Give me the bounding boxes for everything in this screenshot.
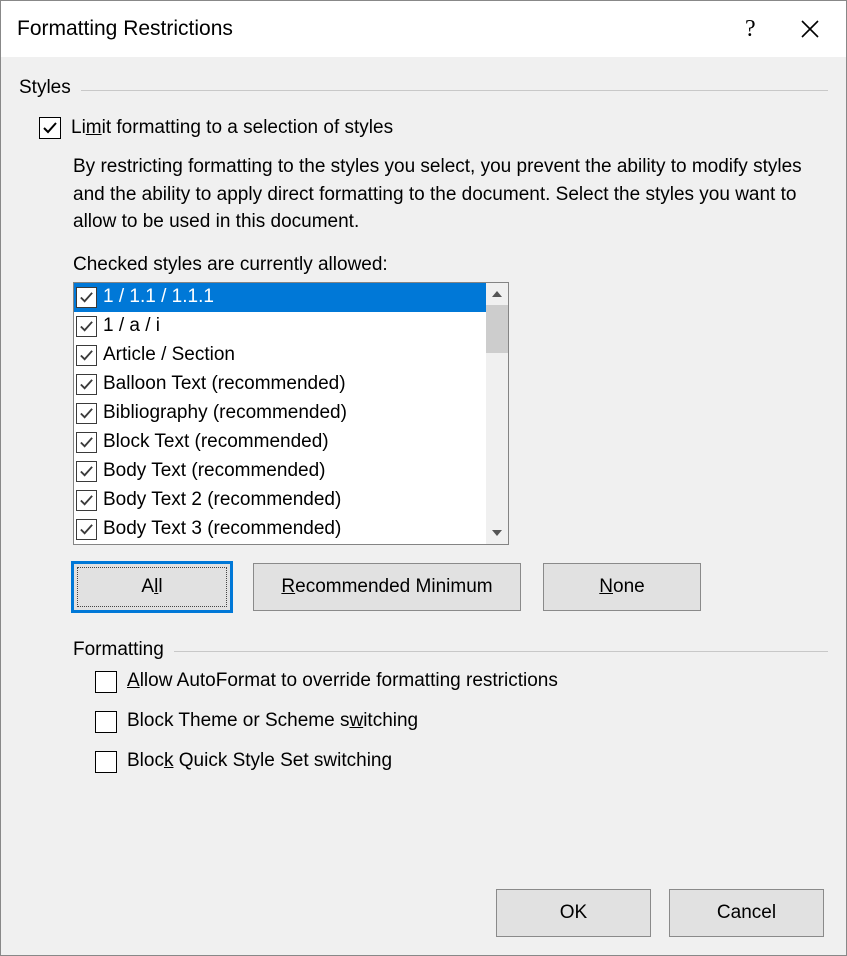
divider [81, 90, 828, 91]
scroll-thumb[interactable] [486, 305, 508, 353]
style-item[interactable]: Block Text (recommended) [74, 428, 486, 457]
style-item-label: Balloon Text (recommended) [103, 373, 346, 395]
style-select-buttons: All Recommended Minimum None [73, 563, 828, 611]
block-quickstyle-checkbox[interactable] [95, 751, 117, 773]
formatting-heading: Formatting [19, 639, 828, 661]
style-item-checkbox[interactable] [76, 490, 97, 511]
style-item[interactable]: Body Text 2 (recommended) [74, 486, 486, 515]
style-item-checkbox[interactable] [76, 316, 97, 337]
style-item-label: Article / Section [103, 344, 235, 366]
style-item-label: Block Text (recommended) [103, 431, 329, 453]
svg-text:?: ? [745, 17, 756, 41]
limit-formatting-checkbox[interactable] [39, 117, 61, 139]
styles-listbox[interactable]: 1 / 1.1 / 1.1.1 1 / a / i Article / Sectio… [73, 282, 509, 545]
style-item-label: Body Text 3 (recommended) [103, 518, 341, 540]
formatting-restrictions-dialog: Formatting Restrictions ? Styles Limit f… [0, 0, 847, 956]
style-item[interactable]: Balloon Text (recommended) [74, 370, 486, 399]
style-item-checkbox[interactable] [76, 461, 97, 482]
styles-description: By restricting formatting to the styles … [73, 153, 828, 236]
all-button[interactable]: All [73, 563, 231, 611]
cancel-button[interactable]: Cancel [669, 889, 824, 937]
ok-button[interactable]: OK [496, 889, 651, 937]
recommended-minimum-button[interactable]: Recommended Minimum [253, 563, 521, 611]
block-theme-checkbox[interactable] [95, 711, 117, 733]
help-button[interactable]: ? [720, 5, 780, 53]
block-theme-row[interactable]: Block Theme or Scheme switching [95, 711, 828, 733]
allowed-styles-label: Checked styles are currently allowed: [73, 254, 828, 276]
style-item-checkbox[interactable] [76, 287, 97, 308]
style-item-checkbox[interactable] [76, 403, 97, 424]
block-theme-label: Block Theme or Scheme switching [127, 711, 418, 732]
block-quickstyle-label: Block Quick Style Set switching [127, 751, 392, 772]
none-button[interactable]: None [543, 563, 701, 611]
titlebar: Formatting Restrictions ? [1, 1, 846, 57]
scroll-up-button[interactable] [486, 283, 508, 305]
style-item[interactable]: Body Text 3 (recommended) [74, 515, 486, 544]
styles-heading-label: Styles [19, 77, 81, 99]
scroll-down-button[interactable] [486, 522, 508, 544]
style-item-label: Body Text (recommended) [103, 460, 325, 482]
allow-autoformat-label: Allow AutoFormat to override formatting … [127, 671, 558, 692]
style-item-checkbox[interactable] [76, 345, 97, 366]
style-item-label: 1 / a / i [103, 315, 160, 337]
block-quickstyle-row[interactable]: Block Quick Style Set switching [95, 751, 828, 773]
style-item[interactable]: 1 / a / i [74, 312, 486, 341]
limit-formatting-checkbox-row[interactable]: Limit formatting to a selection of style… [39, 117, 828, 139]
style-item-label: 1 / 1.1 / 1.1.1 [103, 286, 214, 308]
dialog-footer: OK Cancel [19, 889, 828, 937]
allow-autoformat-row[interactable]: Allow AutoFormat to override formatting … [95, 671, 828, 693]
style-item[interactable]: 1 / 1.1 / 1.1.1 [74, 283, 486, 312]
scroll-track[interactable] [486, 305, 508, 522]
allow-autoformat-checkbox[interactable] [95, 671, 117, 693]
style-item-checkbox[interactable] [76, 374, 97, 395]
close-button[interactable] [780, 5, 840, 53]
style-item-label: Body Text 2 (recommended) [103, 489, 341, 511]
limit-formatting-label: Limit formatting to a selection of style… [71, 118, 393, 139]
style-item-label: Bibliography (recommended) [103, 402, 347, 424]
styles-list[interactable]: 1 / 1.1 / 1.1.1 1 / a / i Article / Sectio… [74, 283, 486, 544]
dialog-body: Styles Limit formatting to a selection o… [1, 57, 846, 955]
formatting-heading-label: Formatting [19, 639, 174, 661]
scrollbar[interactable] [486, 283, 508, 544]
styles-heading: Styles [19, 77, 828, 99]
style-item-checkbox[interactable] [76, 432, 97, 453]
divider [174, 651, 828, 652]
style-item[interactable]: Body Text (recommended) [74, 457, 486, 486]
style-item-checkbox[interactable] [76, 519, 97, 540]
style-item[interactable]: Bibliography (recommended) [74, 399, 486, 428]
dialog-title: Formatting Restrictions [17, 17, 720, 41]
style-item[interactable]: Article / Section [74, 341, 486, 370]
